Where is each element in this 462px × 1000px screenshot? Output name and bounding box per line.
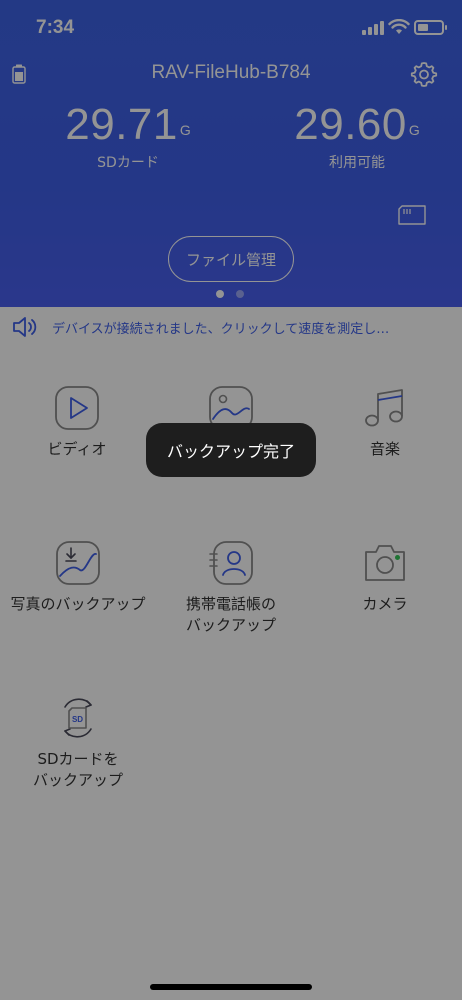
app-screen: 7:34 RAV-FileHub-B784 29.71 G SDカード 29.6…	[0, 0, 462, 1000]
modal-overlay	[0, 0, 462, 1000]
toast-message: バックアップ完了	[146, 423, 316, 477]
home-indicator[interactable]	[150, 984, 312, 990]
